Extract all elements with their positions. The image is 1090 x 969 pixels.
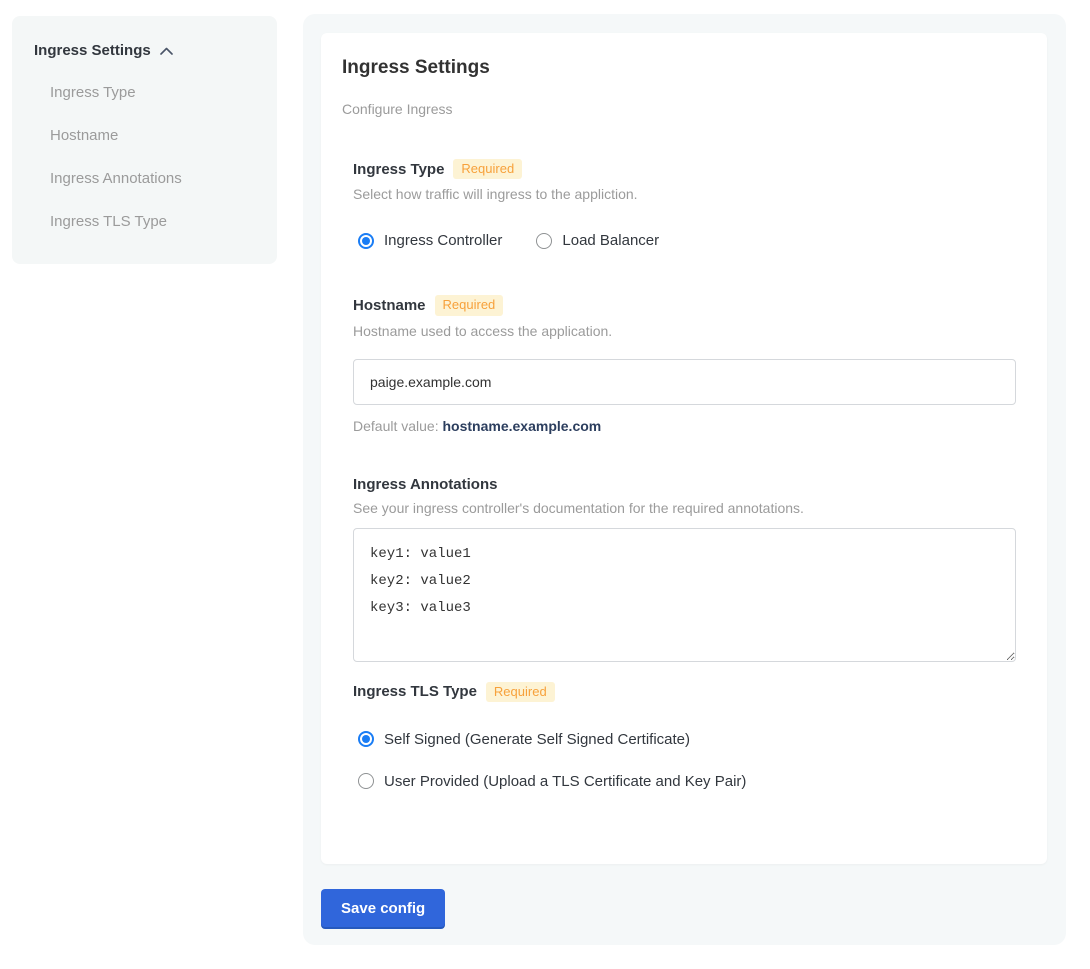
tls-type-options: Self Signed (Generate Self Signed Certif… [353,731,1015,790]
section-ingress-type: Ingress Type Required Select how traffic… [353,159,1015,249]
radio-button-icon[interactable] [358,773,374,789]
section-title: Hostname [353,297,426,314]
sidebar-group-ingress-settings[interactable]: Ingress Settings [34,42,277,59]
sidebar-item-ingress-annotations[interactable]: Ingress Annotations [50,170,277,187]
section-title: Ingress Type [353,161,444,178]
radio-self-signed[interactable]: Self Signed (Generate Self Signed Certif… [358,731,1015,748]
radio-button-icon[interactable] [536,233,552,249]
ingress-annotations-textarea[interactable]: key1: value1 key2: value2 key3: value3 [353,528,1016,662]
config-card: Ingress Settings Configure Ingress Ingre… [321,33,1047,864]
sidebar-item-hostname[interactable]: Hostname [50,127,277,144]
config-nav-sidebar: Ingress Settings Ingress Type Hostname I… [12,16,277,264]
required-badge: Required [435,295,504,315]
radio-label: Load Balancer [562,232,659,249]
ingress-type-options: Ingress Controller Load Balancer [353,232,1015,249]
radio-user-provided[interactable]: User Provided (Upload a TLS Certificate … [358,773,1015,790]
hostname-default-value: Default value: hostname.example.com [353,418,1015,434]
radio-label: Self Signed (Generate Self Signed Certif… [384,731,690,748]
chevron-up-icon [160,47,173,55]
required-badge: Required [486,682,555,702]
default-value-prefix: Default value: [353,418,443,434]
save-config-button[interactable]: Save config [321,889,445,927]
sidebar-item-ingress-type[interactable]: Ingress Type [50,84,277,101]
section-title: Ingress Annotations [353,476,497,493]
section-help-text: Select how traffic will ingress to the a… [353,186,1015,202]
section-heading: Ingress Type Required [353,159,1015,179]
section-ingress-annotations: Ingress Annotations See your ingress con… [353,476,1015,662]
section-title: Ingress TLS Type [353,683,477,700]
sidebar-group-label: Ingress Settings [34,42,151,59]
default-value-text: hostname.example.com [443,418,602,434]
section-hostname: Hostname Required Hostname used to acces… [353,295,1015,433]
sidebar-item-ingress-tls-type[interactable]: Ingress TLS Type [50,213,277,230]
sidebar-item-list: Ingress Type Hostname Ingress Annotation… [34,84,277,230]
radio-label: User Provided (Upload a TLS Certificate … [384,773,746,790]
page-subtitle: Configure Ingress [342,101,1015,117]
radio-button-icon[interactable] [358,731,374,747]
required-badge: Required [453,159,522,179]
hostname-input[interactable] [353,359,1016,405]
section-heading: Hostname Required [353,295,1015,315]
radio-load-balancer[interactable]: Load Balancer [536,232,659,249]
radio-button-icon[interactable] [358,233,374,249]
section-ingress-tls-type: Ingress TLS Type Required Self Signed (G… [353,682,1015,790]
section-help-text: Hostname used to access the application. [353,323,1015,339]
section-help-text: See your ingress controller's documentat… [353,500,1015,516]
config-panel: Ingress Settings Configure Ingress Ingre… [303,14,1066,945]
radio-ingress-controller[interactable]: Ingress Controller [358,232,502,249]
section-heading: Ingress TLS Type Required [353,682,1015,702]
page-title: Ingress Settings [342,57,1015,79]
radio-label: Ingress Controller [384,232,502,249]
section-heading: Ingress Annotations [353,476,1015,493]
